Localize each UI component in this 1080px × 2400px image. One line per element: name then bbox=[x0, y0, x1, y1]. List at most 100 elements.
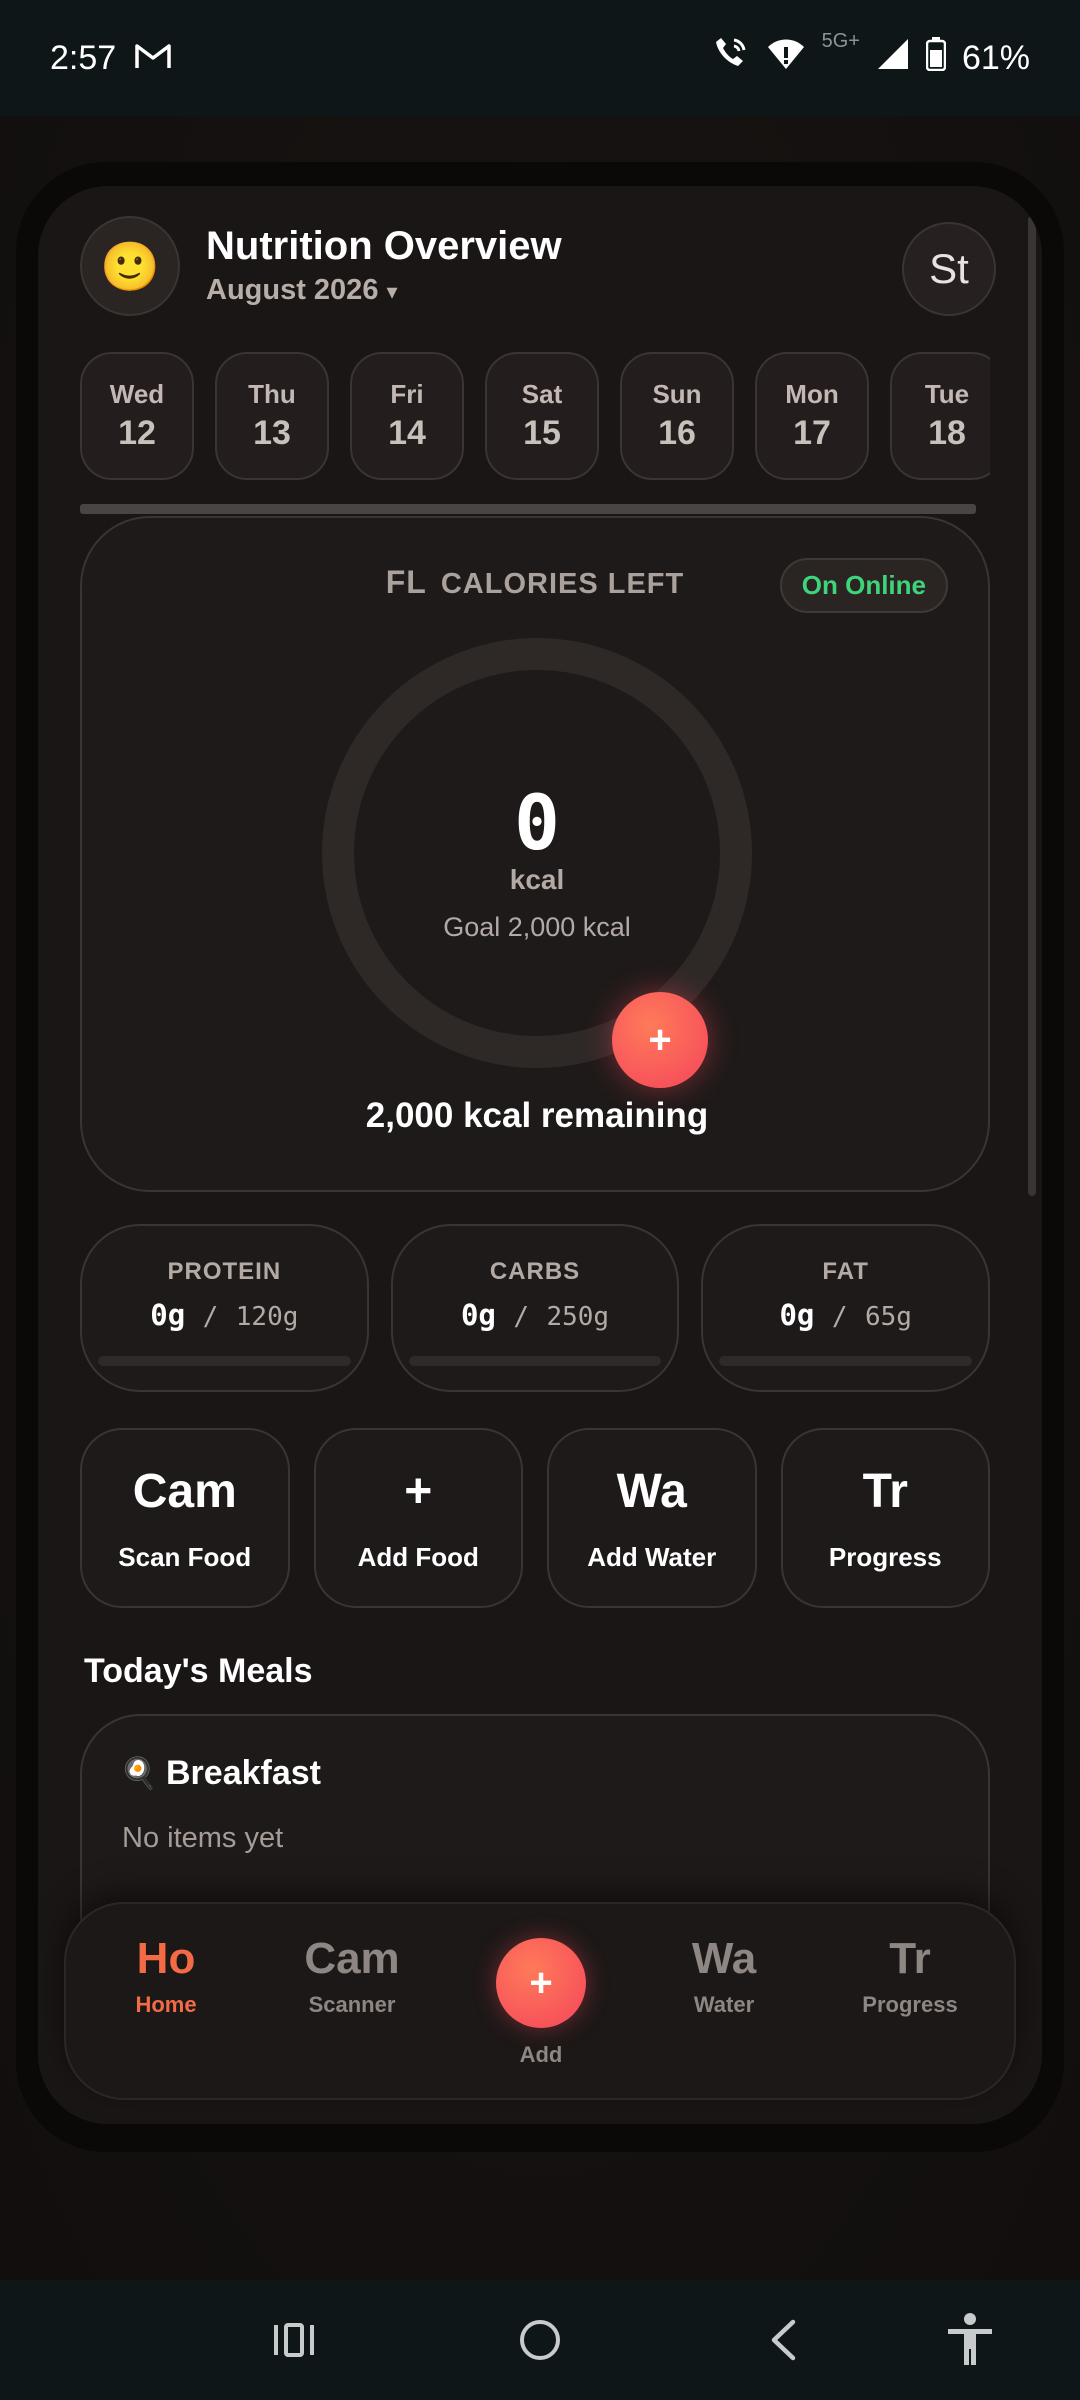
chevron-down-icon: ▾ bbox=[386, 279, 398, 304]
macro-separator: / bbox=[513, 1302, 529, 1332]
macro-progress-bar bbox=[98, 1356, 351, 1366]
day-strip[interactable]: Wed 12 Thu 13 Fri 14 Sat 15 Sun 16 Mon 17 Tue 1… bbox=[80, 352, 990, 484]
action-label: Progress bbox=[828, 1542, 942, 1572]
system-nav-bar bbox=[0, 2280, 1080, 2400]
day-chip[interactable]: Thu 13 bbox=[215, 352, 329, 480]
calories-unit: kcal bbox=[509, 864, 565, 895]
macro-card-fat: FAT 0g / 65g bbox=[701, 1224, 991, 1392]
battery-percent: 61% bbox=[961, 38, 1030, 77]
settings-button-label: St bbox=[929, 245, 969, 292]
plus-icon: + bbox=[404, 1465, 433, 1518]
plus-icon: + bbox=[529, 1960, 553, 2005]
day-name: Tue bbox=[924, 379, 970, 409]
meal-empty-text: No items yet bbox=[122, 1822, 284, 1854]
day-chip[interactable]: Fri 14 bbox=[350, 352, 464, 480]
home-icon: Ho bbox=[136, 1934, 196, 1983]
macro-progress-bar bbox=[408, 1356, 662, 1366]
nav-water[interactable]: Wa Water bbox=[644, 1934, 804, 2018]
battery-icon bbox=[925, 36, 947, 80]
add-water-button[interactable]: Wa Add Water bbox=[547, 1428, 757, 1608]
macro-label: CARBS bbox=[489, 1258, 581, 1285]
settings-button[interactable]: St bbox=[902, 222, 996, 316]
water-icon: Wa bbox=[616, 1465, 687, 1518]
meal-name: Breakfast bbox=[166, 1754, 321, 1792]
nav-label: Water bbox=[693, 1992, 755, 2017]
macro-current: 0g bbox=[779, 1298, 815, 1332]
status-time: 2:57 bbox=[50, 38, 117, 77]
wifi-calling-icon bbox=[710, 36, 750, 81]
nav-label: Scanner bbox=[308, 1992, 396, 2017]
frying-pan-icon: 🍳 bbox=[120, 1757, 158, 1790]
day-number: 12 bbox=[118, 414, 156, 452]
macro-label: PROTEIN bbox=[167, 1258, 282, 1285]
progress-button[interactable]: Tr Progress bbox=[780, 1428, 990, 1608]
calories-remaining: 2,000 kcal remaining bbox=[365, 1096, 709, 1135]
quick-add-button[interactable]: + bbox=[612, 992, 708, 1088]
macro-progress-bar bbox=[719, 1356, 973, 1366]
signal-icon bbox=[876, 37, 910, 80]
day-number: 15 bbox=[523, 414, 561, 452]
plus-icon: + bbox=[648, 1017, 672, 1062]
nav-progress[interactable]: Tr Progress bbox=[830, 1934, 990, 2018]
nav-label: Add bbox=[519, 2042, 563, 2067]
day-number: 14 bbox=[388, 414, 426, 452]
day-name: Wed bbox=[109, 379, 165, 409]
nav-scanner[interactable]: Cam Scanner bbox=[272, 1934, 432, 2018]
app-screen[interactable]: 🙂 Nutrition Overview August 2026 ▾ St We… bbox=[38, 186, 1042, 2124]
macro-card-carbs: CARBS 0g / 250g bbox=[390, 1224, 680, 1392]
day-name: Fri bbox=[390, 379, 424, 409]
gmail-icon bbox=[134, 41, 172, 76]
day-number: 18 bbox=[928, 414, 966, 452]
macro-value: 0g / 65g bbox=[703, 1298, 988, 1332]
trend-icon: Tr bbox=[889, 1934, 931, 1983]
day-name: Sat bbox=[521, 379, 563, 409]
scrollbar[interactable] bbox=[1028, 216, 1036, 1196]
avatar-emoji: 🙂 bbox=[100, 240, 160, 294]
bottom-nav: Ho Home Cam Scanner + Add Wa Water Tr Pr… bbox=[64, 1902, 1016, 2100]
recent-apps-icon[interactable] bbox=[264, 2310, 324, 2370]
status-bar: 2:57 5G+ 61% bbox=[0, 0, 1080, 116]
accessibility-icon[interactable] bbox=[940, 2310, 1000, 2370]
day-number: 16 bbox=[658, 414, 696, 452]
add-food-button[interactable]: + Add Food bbox=[313, 1428, 523, 1608]
day-chip[interactable]: Mon 17 bbox=[755, 352, 869, 480]
day-name: Sun bbox=[652, 379, 702, 409]
day-number: 17 bbox=[793, 414, 831, 452]
calories-goal: Goal 2,000 kcal bbox=[443, 912, 631, 942]
macro-separator: / bbox=[831, 1302, 848, 1332]
back-icon[interactable] bbox=[752, 2310, 812, 2370]
nav-label: Progress bbox=[862, 1992, 958, 2017]
scan-food-button[interactable]: Cam Scan Food bbox=[80, 1428, 290, 1608]
day-chip[interactable]: Wed 12 bbox=[80, 352, 194, 480]
nav-label: Home bbox=[135, 1992, 197, 2017]
day-number: 13 bbox=[253, 414, 291, 452]
action-label: Scan Food bbox=[118, 1542, 252, 1572]
home-icon[interactable] bbox=[510, 2310, 570, 2370]
camera-icon: Cam bbox=[304, 1934, 400, 1983]
quick-actions: Cam Scan Food + Add Food Wa Add Water Tr… bbox=[80, 1428, 990, 1608]
calories-card: FL CALORIES LEFT On Online 0 kcal Goal 2,… bbox=[80, 516, 990, 1192]
online-status-badge: On Online bbox=[779, 558, 948, 613]
month-selector[interactable]: August 2026 ▾ bbox=[206, 274, 398, 307]
macro-card-protein: PROTEIN 0g / 120g bbox=[80, 1224, 369, 1392]
avatar[interactable]: 🙂 bbox=[80, 216, 180, 316]
trend-icon: Tr bbox=[862, 1465, 908, 1518]
day-chip[interactable]: Sun 16 bbox=[620, 352, 734, 480]
macro-value: 0g / 120g bbox=[82, 1298, 367, 1332]
nav-home[interactable]: Ho Home bbox=[86, 1934, 246, 2018]
nav-add-button[interactable]: + bbox=[496, 1938, 586, 2028]
day-name: Thu bbox=[248, 379, 296, 409]
macro-goal: 250g bbox=[546, 1302, 610, 1332]
macro-goal: 65g bbox=[864, 1302, 912, 1332]
macro-current: 0g bbox=[150, 1298, 186, 1332]
action-label: Add Food bbox=[357, 1542, 479, 1572]
calories-value: 0 bbox=[514, 778, 560, 867]
macros-row: PROTEIN 0g / 120g CARBS 0g / 250g FAT 0g… bbox=[80, 1224, 991, 1392]
day-strip-scrollbar[interactable] bbox=[80, 504, 976, 514]
day-chip[interactable]: Sat 15 bbox=[485, 352, 599, 480]
network-type: 5G+ bbox=[821, 29, 860, 52]
macro-label: FAT bbox=[822, 1258, 869, 1285]
day-chip[interactable]: Tue 18 bbox=[890, 352, 990, 480]
meals-section-title: Today's Meals bbox=[84, 1652, 313, 1690]
action-label: Add Water bbox=[587, 1542, 717, 1572]
